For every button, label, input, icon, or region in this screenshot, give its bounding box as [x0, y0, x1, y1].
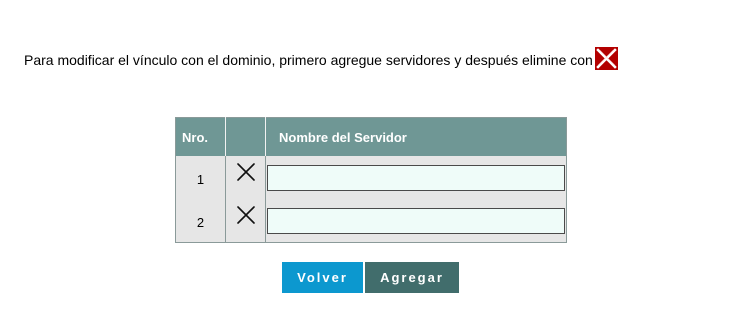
row-number: 2 [175, 199, 226, 243]
delete-icon [594, 46, 618, 70]
table-row: 2 [175, 199, 567, 243]
back-button[interactable]: Volver [282, 262, 363, 293]
server-name-input[interactable] [267, 207, 565, 234]
action-column-header [225, 117, 266, 156]
server-table: Nro. Nombre del Servidor 1 2 [175, 117, 567, 243]
close-icon[interactable] [236, 162, 256, 182]
server-input-cell [266, 156, 567, 199]
remove-cell [225, 156, 266, 199]
add-button[interactable]: Agregar [365, 262, 459, 293]
instruction-text: Para modificar el vínculo con el dominio… [24, 52, 593, 68]
number-column-header: Nro. [175, 117, 226, 156]
row-number: 1 [175, 156, 226, 199]
table-header-row: Nro. Nombre del Servidor [175, 117, 567, 156]
server-name-input[interactable] [267, 164, 565, 191]
server-domain-page: Para modificar el vínculo con el dominio… [0, 0, 750, 329]
instruction-message: Para modificar el vínculo con el dominio… [24, 46, 724, 73]
action-buttons: Volver Agregar [282, 262, 459, 293]
server-name-column-header: Nombre del Servidor [265, 117, 567, 156]
remove-cell [225, 199, 266, 243]
server-input-cell [266, 199, 567, 243]
close-icon[interactable] [236, 205, 256, 225]
table-row: 1 [175, 156, 567, 199]
